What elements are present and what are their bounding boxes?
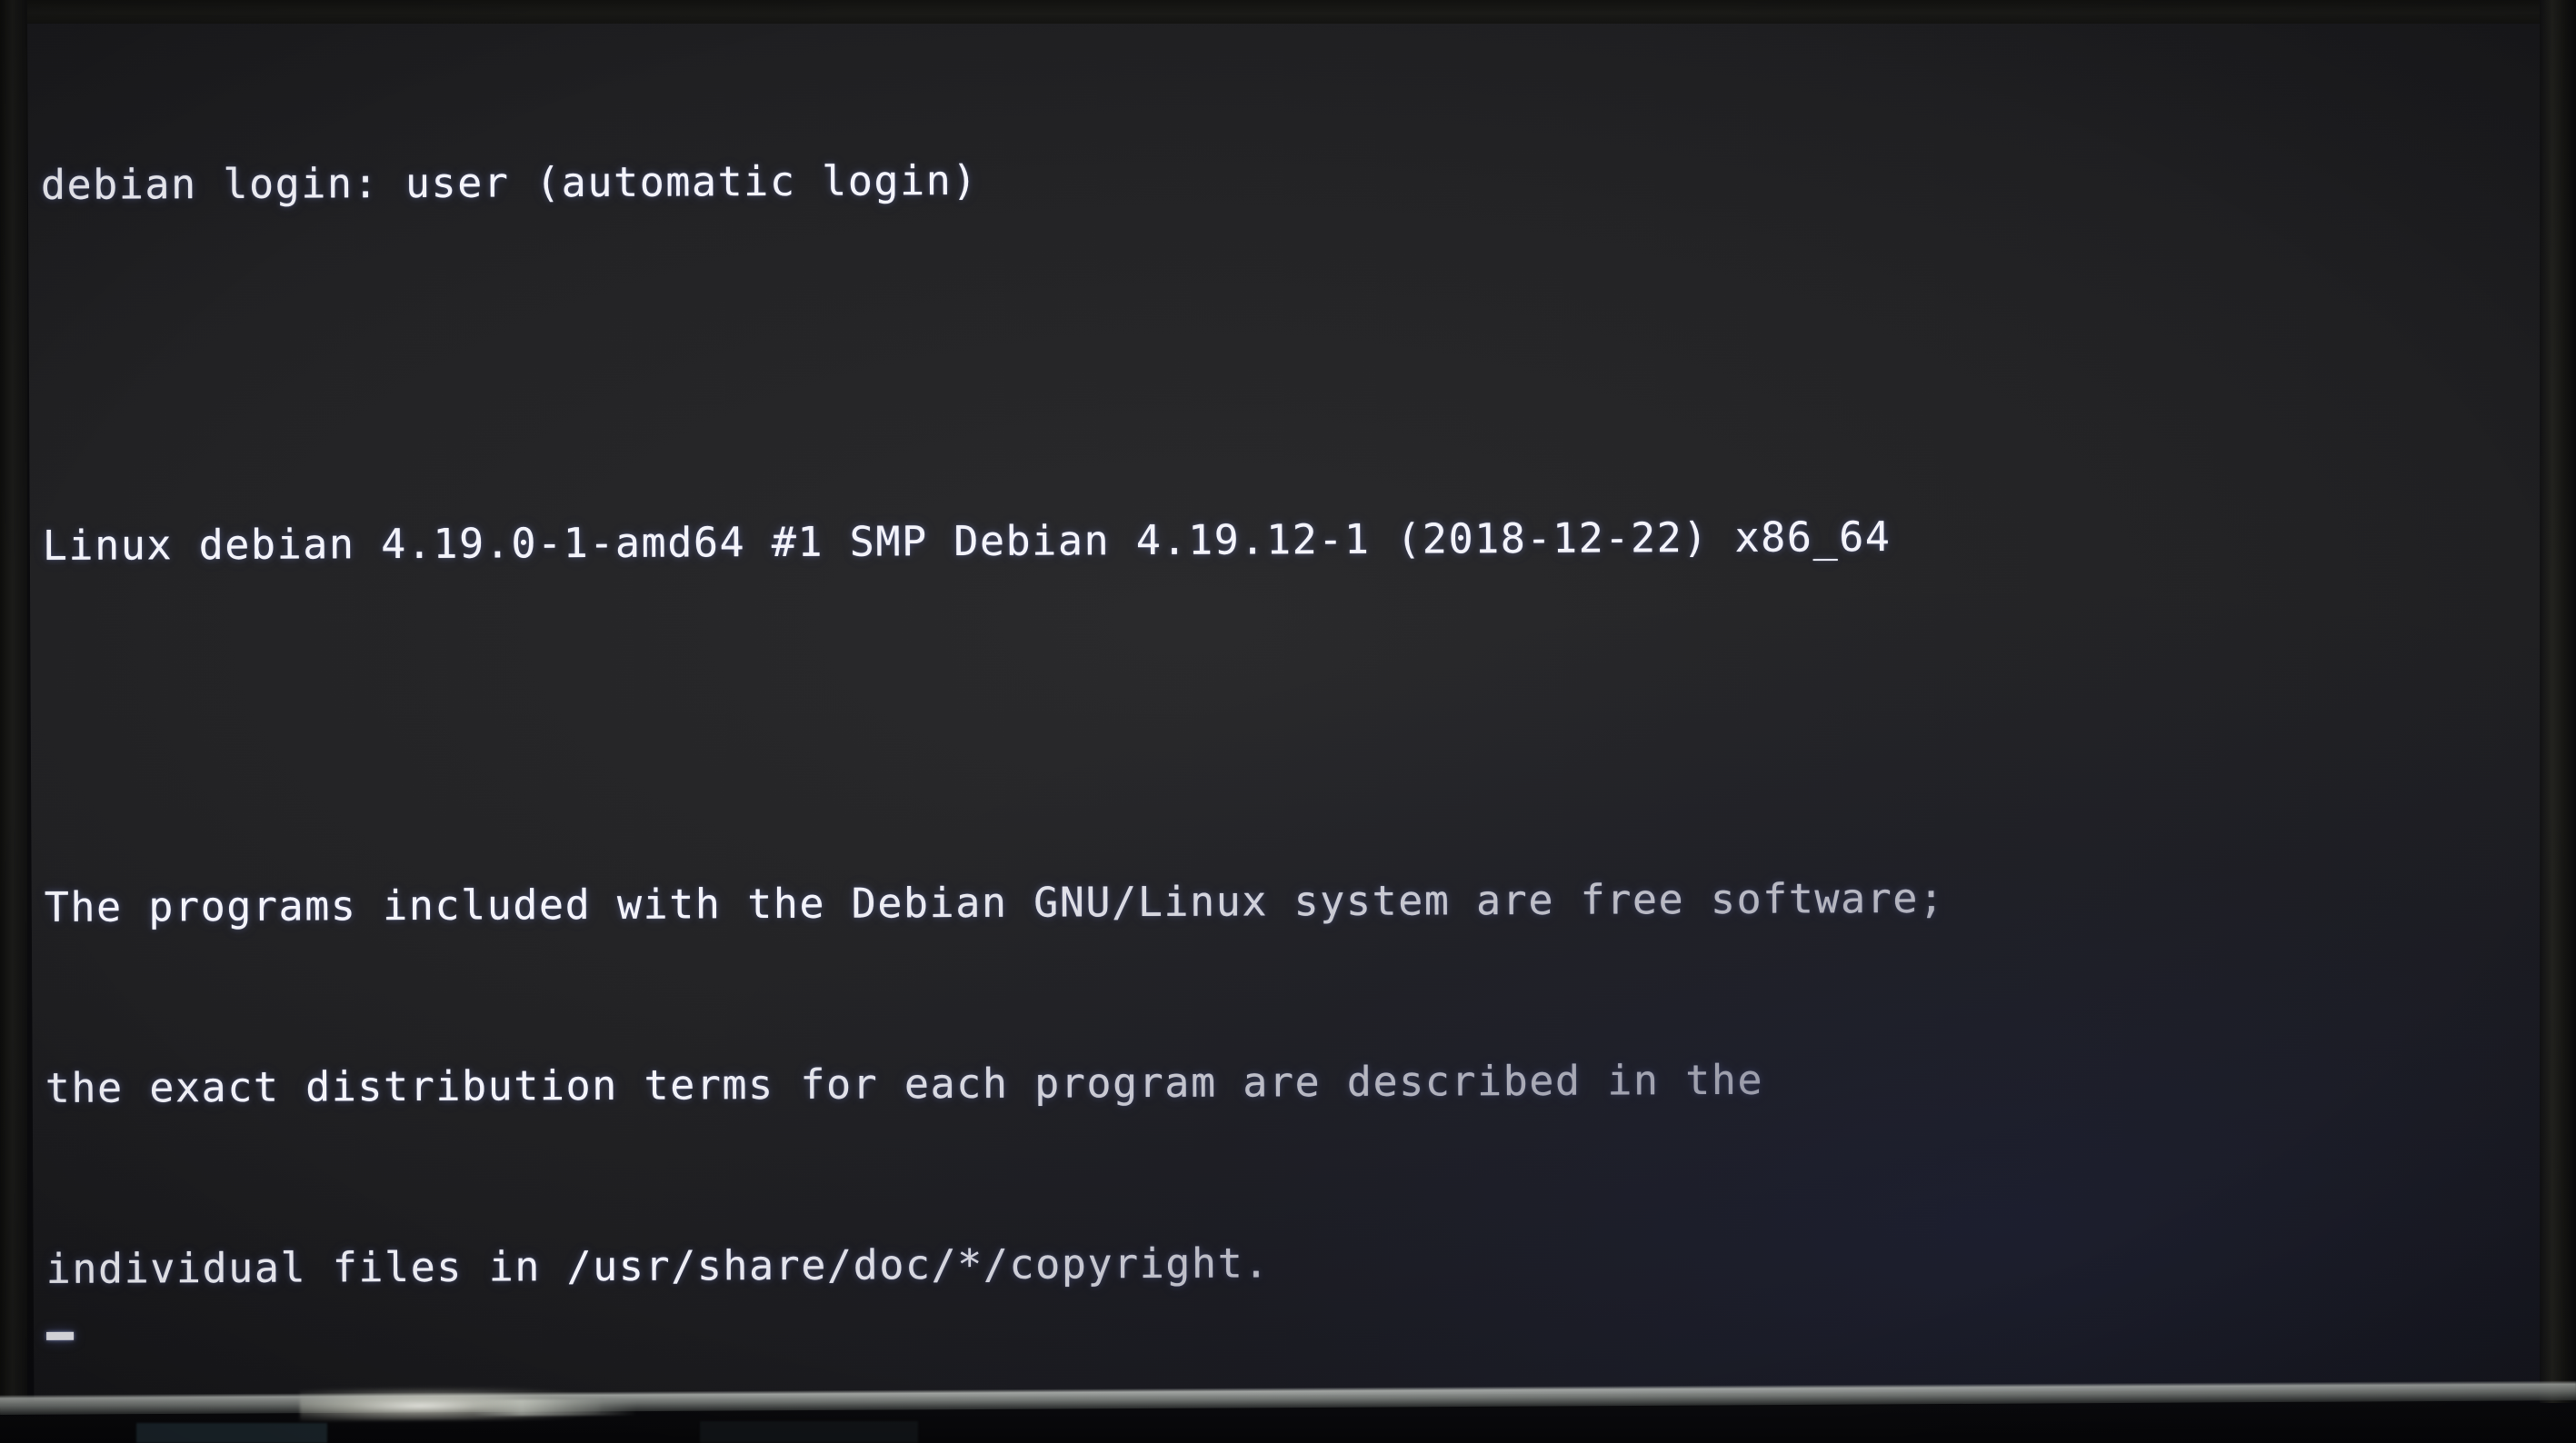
text-cursor[interactable] xyxy=(46,1331,75,1340)
console-line: the exact distribution terms for each pr… xyxy=(45,1055,1764,1112)
bezel-light-reflection-2 xyxy=(472,1398,637,1417)
monitor-photo: debian login: user (automatic login) Lin… xyxy=(0,0,2576,1443)
console-line: individual files in /usr/share/doc/*/cop… xyxy=(45,1239,1271,1293)
desk-object-right xyxy=(700,1421,918,1443)
console-line-blank xyxy=(33,685,2551,758)
console-line: debian login: user (automatic login) xyxy=(40,155,979,209)
bezel-top xyxy=(0,0,2576,24)
screen-panel: debian login: user (automatic login) Lin… xyxy=(27,5,2551,1401)
console-line-blank xyxy=(31,323,2551,396)
console-output[interactable]: debian login: user (automatic login) Lin… xyxy=(29,22,2550,1401)
bezel-right xyxy=(2540,0,2576,1443)
desk-object-left xyxy=(136,1423,327,1443)
console-line: Linux debian 4.19.0-1-amd64 #1 SMP Debia… xyxy=(42,513,1892,571)
console-line: The programs included with the Debian GN… xyxy=(44,873,1945,932)
console-cursor-row xyxy=(46,1327,75,1344)
bezel-left xyxy=(0,0,27,1443)
